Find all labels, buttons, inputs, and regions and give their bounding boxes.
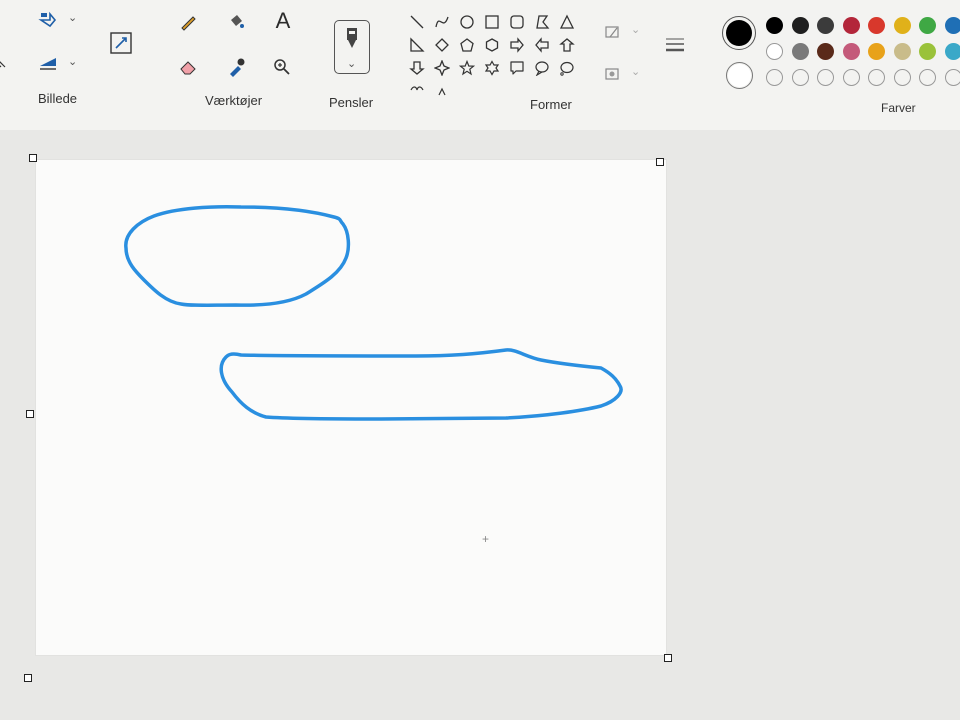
color-swatch[interactable] [766,69,783,86]
secondary-color-button[interactable] [726,62,753,89]
color-picker-icon[interactable] [224,55,248,79]
color-swatch[interactable] [893,17,911,34]
brush-icon [343,26,361,52]
color-swatch[interactable] [919,43,936,60]
oval-shape-icon[interactable] [454,10,479,33]
shape-fill-icon[interactable] [602,64,622,84]
group-label-vaerktoejer: Værktøjer [205,93,263,108]
shape-outline-icon[interactable] [602,22,622,42]
five-point-star-shape-icon[interactable] [454,56,479,79]
color-palette [766,17,960,95]
resize-handle-middle-left[interactable] [26,410,34,418]
color-swatch[interactable] [842,17,860,34]
secondary-color-swatch [728,64,751,87]
color-swatch[interactable] [944,17,960,34]
oval-callout-shape-icon[interactable] [529,56,554,79]
rotate-chevron-down-icon[interactable]: ⌄ [68,11,77,24]
left-arrow-shape-icon[interactable] [529,33,554,56]
select-partial-icon[interactable] [0,56,8,70]
color-swatch[interactable] [842,69,860,86]
color-swatch[interactable] [791,69,809,86]
text-tool-icon[interactable]: A [270,8,296,34]
fill-bucket-icon[interactable] [224,10,248,34]
group-label-pensler: Pensler [329,95,374,110]
color-swatch[interactable] [893,69,911,86]
resize-handle-top-right[interactable] [656,158,664,166]
rectangular-callout-shape-icon[interactable] [504,56,529,79]
four-point-star-shape-icon[interactable] [429,56,454,79]
primary-color-swatch [726,20,752,46]
cursor-crosshair-icon: + [482,532,490,546]
color-swatch[interactable] [817,43,834,60]
hexagon-shape-icon[interactable] [479,33,504,56]
rounded-rectangle-shape-icon[interactable] [504,10,529,33]
rotate-icon[interactable] [36,8,60,32]
color-swatch[interactable] [766,43,783,60]
stroke-size-icon[interactable] [660,32,690,58]
triangle-shape-icon[interactable] [554,10,579,33]
primary-color-button[interactable] [722,16,756,50]
color-swatch[interactable] [791,17,809,34]
rectangle-shape-icon[interactable] [479,10,504,33]
resize-image-icon[interactable] [106,28,136,58]
magnifier-icon[interactable] [270,55,294,79]
resize-handle-top-left[interactable] [29,154,37,162]
elongated-blue-stroke [219,348,623,421]
color-swatch[interactable] [893,43,911,60]
flip-chevron-down-icon[interactable]: ⌄ [68,55,77,68]
oval-blue-stroke [124,205,351,307]
heart-shape-icon[interactable] [404,79,429,102]
color-swatch[interactable] [817,69,834,86]
color-swatch[interactable] [919,69,936,86]
cloud-callout-shape-icon[interactable] [554,56,579,79]
color-swatch[interactable] [868,17,885,34]
pencil-icon[interactable] [176,10,200,34]
pentagon-shape-icon[interactable] [454,33,479,56]
color-swatch[interactable] [919,17,936,34]
eraser-icon[interactable] [176,55,200,79]
drawing-canvas[interactable] [36,160,666,655]
shape-fill-chevron-down-icon[interactable]: ⌄ [631,65,640,78]
shape-outline-chevron-down-icon[interactable]: ⌄ [631,23,640,36]
group-label-former: Former [530,97,572,112]
color-swatch[interactable] [868,43,885,60]
color-swatch[interactable] [817,17,834,34]
shapes-gallery [404,10,579,102]
diamond-shape-icon[interactable] [429,33,454,56]
right-arrow-shape-icon[interactable] [504,33,529,56]
color-swatch[interactable] [944,69,960,86]
strokes-layer [124,205,623,421]
polygon-shape-icon[interactable] [529,10,554,33]
canvas-area: + [0,130,960,720]
color-swatch[interactable] [791,43,809,60]
six-point-star-shape-icon[interactable] [479,56,504,79]
color-swatch[interactable] [766,17,783,34]
right-triangle-shape-icon[interactable] [404,33,429,56]
ribbon-toolbar: ⌄ ⌄ Billede A Værktøjer ⌄ Pensler ⌄ ⌄ Fo… [0,0,960,130]
color-swatch[interactable] [842,43,860,60]
lightning-shape-icon[interactable] [429,79,454,102]
resize-handle-bottom-right[interactable] [664,654,672,662]
color-swatch[interactable] [868,69,885,86]
flip-icon[interactable] [36,52,60,76]
color-swatch[interactable] [944,43,960,60]
line-shape-icon[interactable] [404,10,429,33]
group-label-farver: Farver [881,101,916,115]
brushes-button[interactable]: ⌄ [334,20,370,74]
up-arrow-shape-icon[interactable] [554,33,579,56]
resize-handle-bottom-left[interactable] [24,674,32,682]
brushes-chevron-down-icon: ⌄ [347,58,357,70]
curve-shape-icon[interactable] [429,10,454,33]
group-label-billede: Billede [38,91,78,106]
down-arrow-shape-icon[interactable] [404,56,429,79]
